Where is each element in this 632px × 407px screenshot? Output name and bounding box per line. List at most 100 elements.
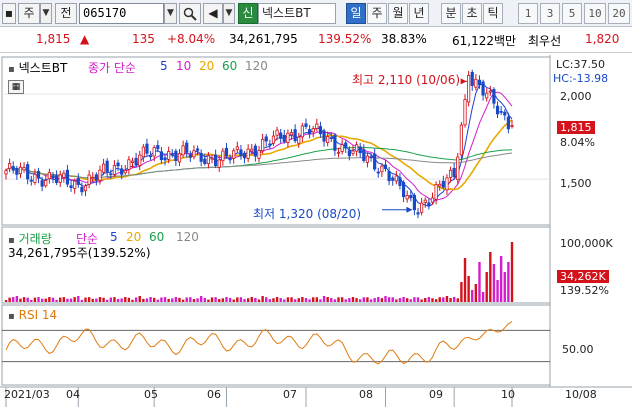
chevron-down-icon[interactable]: ▼ [164,3,177,24]
candle-body [239,149,243,157]
volume-bar [98,297,102,302]
chevron-down-icon[interactable]: ▼ [40,3,52,24]
tab-day[interactable]: 일 [346,3,366,24]
candle-body [293,129,297,142]
volume-bar [503,272,506,302]
candle-body [445,177,449,191]
candle-body [195,148,200,151]
volume-bar [337,297,340,302]
candle-body [492,89,496,104]
magnifier-icon[interactable] [179,3,201,24]
candle-body [69,185,73,189]
candle-body [271,135,276,144]
best-bid-price: 1,820 [585,32,620,46]
tab-month[interactable]: 월 [388,3,408,24]
tab-interval-5[interactable]: 5 [562,3,582,24]
candle-body [130,160,135,164]
tab-year[interactable]: 년 [409,3,429,24]
candle-body [412,195,417,211]
current-price-tag: 1,815 [557,121,595,134]
candle-body [33,173,37,183]
volume-bar [290,297,293,302]
volume-bar [116,298,120,302]
volume-bar [402,297,405,302]
stock-name-field[interactable]: 넥스트BT [258,3,336,24]
candle-body [62,172,66,178]
candle-body [430,197,435,203]
candle-body [481,81,485,96]
volume-bar [178,297,181,302]
volume-bar [496,280,499,302]
sound-icon[interactable]: ◀ [203,3,223,24]
volume-bar [59,297,62,302]
rsi-tick: 50.00 [562,343,594,356]
tab-second[interactable]: 초 [462,3,482,24]
volume-bar [474,284,478,302]
candle-body [488,90,492,93]
market-selector[interactable]: 전 [55,3,77,24]
panel-toggle-button[interactable]: ▪ [2,3,16,24]
tab-interval-1[interactable]: 1 [518,3,538,24]
hc-label: HC:-13.98 [553,72,609,85]
volume-bar [171,298,174,302]
volume-bar [142,298,145,302]
volume-bar [413,297,416,302]
candle-body [387,171,391,182]
high-annotation: 최고 2,110 (10/06) [352,73,461,87]
candle-body [134,157,138,166]
side-selector[interactable]: 주 [18,3,40,24]
chart-legend-name: ▪ 넥스트BT [8,59,67,76]
candle-body [329,137,333,139]
credit-badge[interactable]: 신 [238,3,258,24]
candle-body [177,153,182,163]
candle-body [257,150,261,159]
candle-body [264,136,268,142]
volume-bar [279,298,282,302]
stock-code-input[interactable]: 065170 [79,3,164,24]
volume-bar [489,252,492,302]
candle-body [373,153,377,170]
candle-body [441,180,445,188]
volume-bar [283,299,286,302]
candle-body [87,174,91,185]
tab-interval-3[interactable]: 3 [540,3,560,24]
toolbar: ▪ 주 ▼ 전 065170 ▼ ◀ ▼ 신 넥스트BT 일 주 월 년 분 초… [0,0,632,27]
tab-minute[interactable]: 분 [441,3,461,24]
candle-body [409,195,413,199]
candle-body [420,202,424,213]
volume-bar [478,262,481,302]
ma10-legend: 10 [176,59,192,73]
tab-week[interactable]: 주 [367,3,387,24]
candle-body [145,143,149,154]
candle-body [340,144,344,152]
candle-body [181,145,185,156]
candle-body [261,138,265,152]
best-bid-label: 최우선 [528,34,562,48]
square-icon: ▪ [8,64,15,75]
candle-body [394,175,398,182]
candle-body [383,164,388,170]
volume-readout: 34,261,795주(139.52%) [8,246,151,260]
current-price: 1,815 [36,32,71,46]
volume-bar [398,298,402,302]
volume-bar [395,299,398,302]
volume-bar [250,297,253,302]
volume-bar [492,264,496,302]
tab-interval-20[interactable]: 20 [608,3,630,24]
chevron-down-icon[interactable]: ▼ [223,3,235,24]
grid-table-icon[interactable]: ▦ [8,80,24,94]
volume-bar [124,297,127,302]
vol-ma120-legend: 120 [176,230,199,244]
candle-body [206,155,210,164]
candle-body [474,78,478,88]
volume-bar [221,298,225,302]
volume-bar [427,297,431,302]
candle-body [163,157,167,161]
tab-interval-10[interactable]: 10 [584,3,606,24]
volume-bar [218,299,221,302]
tab-tick[interactable]: 틱 [483,3,503,24]
volume-bar [8,297,11,302]
candle-body [376,171,380,174]
volume-bar [131,299,134,302]
volume-bar [257,299,261,302]
